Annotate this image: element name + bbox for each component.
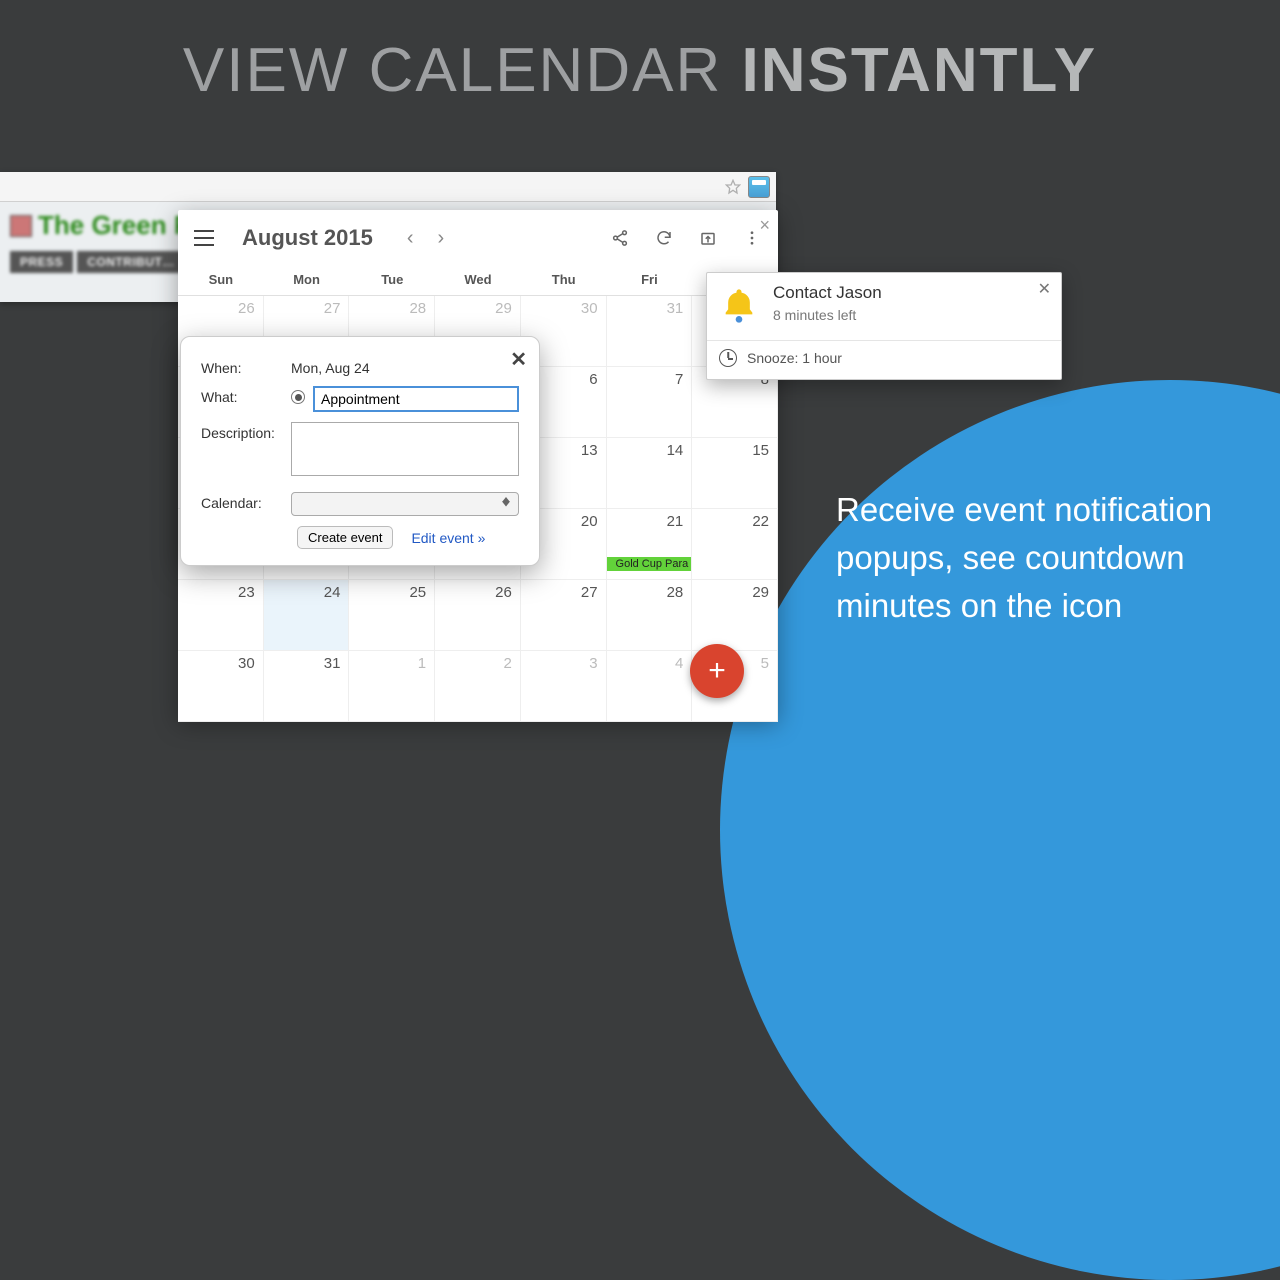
what-label: What: bbox=[201, 386, 283, 405]
calendar-day-cell[interactable]: 14 bbox=[607, 438, 693, 509]
description-label: Description: bbox=[201, 422, 283, 441]
calendar-day-cell[interactable]: 21Gold Cup Para bbox=[607, 509, 693, 580]
day-header: Tue bbox=[349, 266, 435, 296]
calendar-day-cell[interactable]: 31 bbox=[607, 296, 693, 367]
refresh-icon[interactable] bbox=[654, 228, 674, 248]
create-event-button[interactable]: Create event bbox=[297, 526, 393, 549]
notification-subtitle: 8 minutes left bbox=[773, 307, 882, 323]
snooze-text: Snooze: 1 hour bbox=[747, 350, 842, 366]
page-tab[interactable]: CONTRIBUT… bbox=[77, 251, 185, 273]
open-external-icon[interactable] bbox=[698, 228, 718, 248]
menu-icon[interactable] bbox=[194, 230, 214, 246]
edit-event-link[interactable]: Edit event » bbox=[411, 530, 485, 546]
add-event-fab[interactable]: + bbox=[690, 644, 744, 698]
calendar-day-cell[interactable]: 27 bbox=[521, 580, 607, 651]
calendar-day-cell[interactable]: 25 bbox=[349, 580, 435, 651]
bell-icon bbox=[719, 286, 759, 326]
calendar-day-cell[interactable]: 1 bbox=[349, 651, 435, 722]
clock-icon bbox=[719, 349, 737, 367]
what-input[interactable] bbox=[313, 386, 519, 412]
calendar-day-cell[interactable]: 26 bbox=[435, 580, 521, 651]
bookmark-star-icon[interactable] bbox=[724, 178, 742, 196]
page-avatar-icon bbox=[10, 215, 32, 237]
calendar-label: Calendar: bbox=[201, 492, 283, 511]
prev-month-icon[interactable]: ‹ bbox=[407, 227, 414, 250]
close-icon[interactable]: ✕ bbox=[510, 347, 527, 372]
calendar-day-cell[interactable]: 23 bbox=[178, 580, 264, 651]
what-radio[interactable] bbox=[291, 390, 305, 404]
day-header: Wed bbox=[435, 266, 521, 296]
calendar-header: August 2015 ‹ › bbox=[178, 210, 778, 266]
calendar-day-cell[interactable]: 31 bbox=[264, 651, 350, 722]
when-value: Mon, Aug 24 bbox=[291, 357, 370, 376]
divider bbox=[707, 340, 1061, 341]
share-icon[interactable] bbox=[610, 228, 630, 248]
calendar-day-cell[interactable]: 4 bbox=[607, 651, 693, 722]
promo-headline: VIEW CALENDAR INSTANTLY bbox=[0, 35, 1280, 106]
event-chip[interactable]: Gold Cup Para bbox=[607, 557, 692, 571]
headline-bold: INSTANTLY bbox=[741, 36, 1097, 105]
day-header: Sun bbox=[178, 266, 264, 296]
calendar-day-cell[interactable]: 7 bbox=[607, 367, 693, 438]
month-nav: ‹ › bbox=[407, 227, 444, 250]
close-icon[interactable]: × bbox=[759, 216, 770, 234]
day-header: Fri bbox=[607, 266, 693, 296]
extension-icon[interactable] bbox=[748, 176, 770, 198]
calendar-select[interactable] bbox=[291, 492, 519, 516]
calendar-day-cell[interactable]: 29 bbox=[692, 580, 778, 651]
calendar-header-actions bbox=[610, 228, 762, 248]
calendar-day-cell[interactable]: 22 bbox=[692, 509, 778, 580]
notification-title: Contact Jason bbox=[773, 283, 882, 303]
day-header: Thu bbox=[521, 266, 607, 296]
next-month-icon[interactable]: › bbox=[438, 227, 445, 250]
notification-popup: ✕ Contact Jason 8 minutes left Snooze: 1… bbox=[706, 272, 1062, 380]
feature-description: Receive event notification popups, see c… bbox=[836, 486, 1236, 630]
when-label: When: bbox=[201, 357, 283, 376]
calendar-month-label: August 2015 bbox=[242, 225, 373, 251]
close-icon[interactable]: ✕ bbox=[1038, 279, 1051, 299]
calendar-day-cell[interactable]: 2 bbox=[435, 651, 521, 722]
create-event-dialog: ✕ When: Mon, Aug 24 What: Description: C… bbox=[180, 336, 540, 566]
day-header: Mon bbox=[264, 266, 350, 296]
page-tab[interactable]: PRESS bbox=[10, 251, 73, 273]
headline-prefix: VIEW CALENDAR bbox=[183, 36, 742, 105]
calendar-day-cell[interactable]: 28 bbox=[607, 580, 693, 651]
calendar-day-cell[interactable]: 3 bbox=[521, 651, 607, 722]
description-input[interactable] bbox=[291, 422, 519, 476]
calendar-day-cell[interactable]: 15 bbox=[692, 438, 778, 509]
calendar-day-cell[interactable]: 24 bbox=[264, 580, 350, 651]
calendar-day-cell[interactable]: 30 bbox=[178, 651, 264, 722]
snooze-row[interactable]: Snooze: 1 hour bbox=[719, 349, 1047, 369]
browser-toolbar bbox=[0, 172, 776, 202]
